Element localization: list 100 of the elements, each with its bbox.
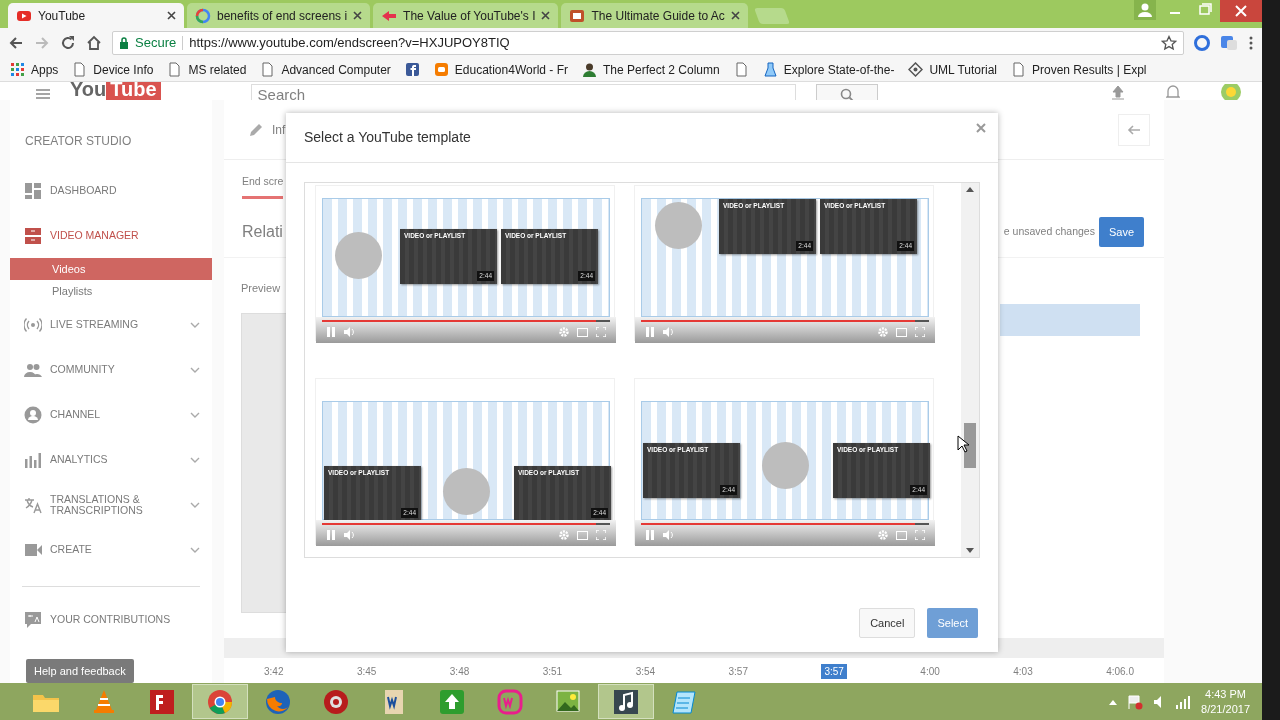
chevron-down-icon[interactable] — [190, 411, 200, 418]
upload-icon[interactable] — [1110, 84, 1126, 100]
timeline-label: 4:03 — [1013, 665, 1033, 679]
pause-icon — [645, 530, 655, 540]
bookmark[interactable]: Apps — [10, 60, 59, 79]
sidebar-item[interactable]: LIVE STREAMING — [10, 302, 212, 348]
page-icon[interactable] — [733, 62, 749, 77]
close-icon[interactable] — [541, 11, 551, 20]
star-icon[interactable] — [1161, 35, 1177, 51]
dialog-title: Select a YouTube template — [304, 128, 472, 147]
blog-icon — [433, 62, 449, 77]
signal-icon[interactable] — [1175, 694, 1192, 709]
preview-label: Preview — [241, 281, 282, 297]
bookmark[interactable]: Education4World - Fr — [433, 60, 568, 79]
chevron-down-icon[interactable] — [190, 456, 200, 463]
browser-tab[interactable]: The Value of YouTube's I — [373, 3, 559, 28]
bar-chart-icon — [24, 450, 42, 469]
sidebar-item[interactable]: VIDEO MANAGER — [10, 213, 212, 259]
help-button[interactable]: Help and feedback — [26, 658, 134, 683]
end-screen-tab[interactable]: End scre — [242, 174, 284, 199]
forward-icon[interactable] — [34, 35, 50, 51]
bookmark[interactable]: MS related — [167, 60, 247, 79]
avatar-placeholder — [335, 232, 382, 279]
status-text: e unsaved changes — [1003, 224, 1095, 240]
sidebar-subitem[interactable]: Playlists — [10, 280, 212, 303]
pause-icon — [645, 327, 655, 337]
chevron-down-icon[interactable] — [190, 501, 200, 508]
close-icon[interactable] — [730, 11, 740, 20]
bookmark[interactable]: Advanced Computer — [260, 60, 391, 79]
chevron-down-icon[interactable] — [190, 321, 200, 328]
scroll-up-icon[interactable] — [966, 187, 974, 192]
reload-icon[interactable] — [60, 35, 76, 51]
browser-tab[interactable]: YouTube — [8, 3, 184, 28]
clock-time: 4:43 PM — [1204, 686, 1247, 702]
timeline-label: 3:57 — [728, 665, 748, 679]
bookmark[interactable]: Explore State-of-the- — [762, 60, 895, 79]
search-icon — [839, 88, 854, 100]
theater-icon — [896, 327, 907, 337]
sidebar-item[interactable]: COMMUNITY — [10, 347, 212, 393]
chevron-down-icon[interactable] — [190, 366, 200, 373]
cancel-button[interactable]: Cancel — [859, 607, 916, 638]
sidebar-subitem[interactable]: Videos — [10, 258, 212, 281]
account-icon — [24, 405, 42, 424]
timeline-label: 3:42 — [264, 665, 284, 679]
scrollbar-thumb[interactable] — [964, 423, 976, 468]
volume-icon — [663, 530, 674, 540]
sidebar-item[interactable]: DASHBOARD — [10, 168, 212, 214]
flask-icon — [762, 62, 778, 77]
bookmark[interactable]: Proven Results | Expl — [1011, 60, 1147, 79]
search-button[interactable] — [815, 84, 878, 100]
bookmark[interactable]: The Perfect 2 Column — [582, 60, 720, 79]
sidebar-item[interactable]: YOUR CONTRIBUTIONS — [10, 597, 212, 643]
gear-icon — [878, 530, 888, 540]
url-text: https://www.youtube.com/endscreen?v=HXJUPOY8TIQ — [189, 34, 511, 53]
timeline-label: 3:48 — [449, 665, 470, 679]
chevron-down-icon[interactable] — [190, 546, 200, 553]
avatar-placeholder — [762, 442, 809, 489]
bookmark[interactable]: Device Info — [72, 60, 154, 79]
bell-icon[interactable] — [1166, 84, 1180, 100]
fullscreen-icon — [915, 327, 925, 337]
user-icon[interactable] — [1134, 0, 1156, 20]
browser-tab[interactable]: benefits of end screens i — [187, 3, 371, 28]
address-bar[interactable]: Secure https://www.youtube.com/endscreen?v=HXJUPOY8TIQ — [112, 31, 1184, 55]
section-heading: Relati — [242, 222, 283, 242]
chevron-up-icon[interactable] — [1109, 698, 1118, 705]
taskbar-button[interactable] — [598, 684, 654, 719]
circle-c-icon[interactable] — [1194, 35, 1210, 51]
close-icon[interactable] — [167, 11, 176, 20]
apps-icon — [10, 62, 25, 77]
gear-icon — [878, 327, 888, 337]
f-square-icon[interactable] — [404, 62, 420, 77]
film-icon — [569, 7, 586, 24]
broadcast-icon — [24, 315, 42, 334]
sidebar-item[interactable]: TRANSLATIONS & TRANSCRIPTIONS — [10, 482, 212, 528]
save-button[interactable]: Save — [1098, 216, 1144, 248]
pause-icon — [326, 530, 336, 540]
fullscreen-icon — [596, 327, 606, 337]
bookmark[interactable]: UML Tutorial — [908, 60, 997, 79]
home-icon[interactable] — [86, 35, 102, 51]
menu-icon[interactable] — [1248, 35, 1254, 51]
avatar-placeholder — [655, 202, 702, 249]
info-tab[interactable]: Inf — [272, 120, 286, 139]
pause-icon — [326, 327, 336, 337]
sidebar-item[interactable]: CHANNEL — [10, 392, 212, 438]
clock-date: 8/21/2017 — [1201, 701, 1250, 717]
sidebar-item[interactable]: CREATE — [10, 527, 212, 573]
timeline-label: 3:51 — [542, 665, 563, 679]
flag-icon[interactable] — [1127, 693, 1144, 710]
ring-icon — [195, 7, 211, 24]
speech-bubble-icon — [24, 611, 42, 629]
browser-tab[interactable]: The Ultimate Guide to Ac — [561, 3, 748, 28]
undo-button[interactable] — [1118, 113, 1150, 146]
scroll-down-icon[interactable] — [966, 548, 974, 553]
page-icon — [1011, 62, 1026, 77]
theater-icon — [577, 530, 588, 540]
pencil-icon — [248, 121, 264, 138]
close-icon[interactable] — [353, 11, 363, 20]
sidebar-item[interactable]: ANALYTICS — [10, 437, 212, 483]
timeline-label: 4:00 — [920, 665, 940, 679]
back-icon[interactable] — [8, 35, 24, 51]
